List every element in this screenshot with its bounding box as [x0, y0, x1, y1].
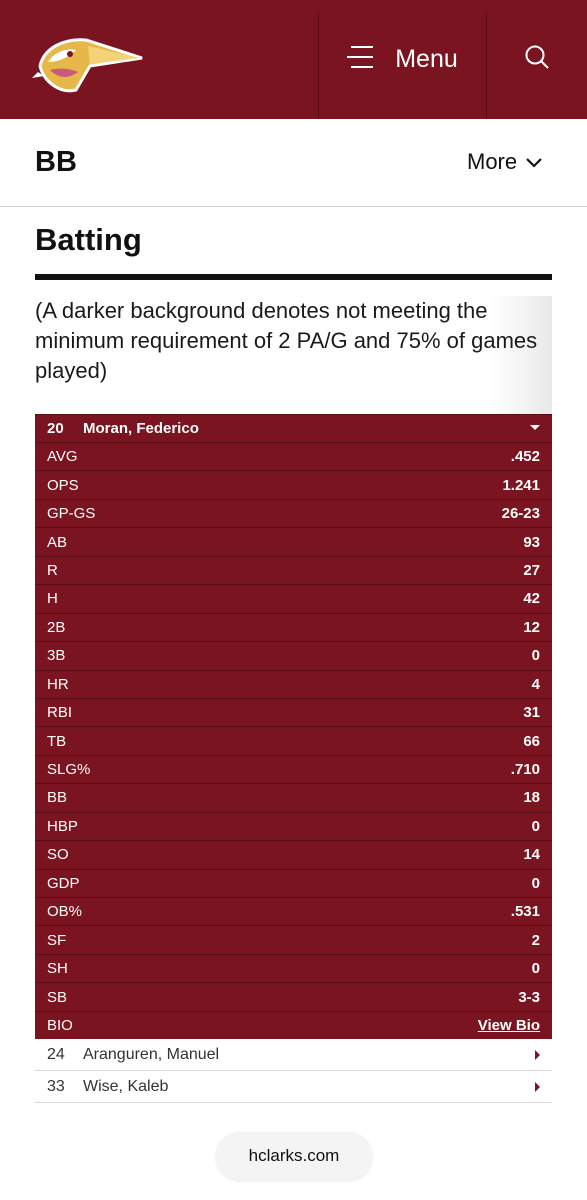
stat-value: 0 — [531, 817, 540, 835]
stat-row: SF 2 — [35, 925, 552, 954]
more-label: More — [467, 149, 518, 174]
stat-row: RBI 31 — [35, 697, 552, 727]
stat-value: 66 — [523, 732, 540, 750]
stat-label: GP-GS — [47, 505, 96, 523]
stat-row: AVG .452 — [35, 442, 552, 471]
player-name: Moran, Federico — [83, 420, 199, 437]
more-dropdown-button[interactable]: More — [467, 149, 543, 175]
stat-value: .710 — [510, 761, 540, 779]
batting-stats-table: 20 Moran, Federico AVG .452 OPS 1.241 GP-GS 2… — [35, 414, 552, 1111]
stat-value: 0 — [531, 960, 540, 978]
url-text: hclarks.com — [248, 1146, 340, 1165]
stat-value: 14 — [523, 846, 540, 864]
stat-value: 93 — [523, 533, 540, 551]
stat-value: 0 — [531, 874, 540, 892]
chevron-down-icon — [525, 149, 543, 175]
stat-label: HR — [47, 675, 69, 693]
stat-row: R 27 — [35, 555, 552, 585]
list-item-partial — [35, 1103, 552, 1111]
view-bio-link[interactable]: View Bio — [478, 1017, 540, 1034]
caret-right-icon — [535, 1082, 540, 1093]
section-divider — [35, 274, 552, 280]
hamburger-icon — [347, 44, 375, 75]
qualification-note: (A darker background denotes not meeting… — [35, 296, 552, 414]
player-number: 20 — [47, 420, 64, 437]
stat-row: SB 3-3 — [35, 982, 552, 1011]
stat-label: H — [47, 590, 58, 608]
sport-subnav: BB More — [0, 119, 587, 207]
player-row[interactable]: 24 Aranguren, Manuel — [35, 1039, 552, 1072]
player-name: Wise, Kaleb — [83, 1077, 169, 1095]
stat-row: GDP 0 — [35, 868, 552, 897]
site-header: Menu — [0, 0, 587, 119]
stat-label: BIO — [47, 1016, 73, 1034]
stat-value: 26-23 — [501, 505, 540, 523]
stat-row: OB% .531 — [35, 897, 552, 926]
stat-row: SLG% .710 — [35, 754, 552, 784]
stat-label: SO — [47, 846, 69, 864]
search-icon — [524, 44, 550, 75]
stat-label: RBI — [47, 704, 73, 722]
stat-label: AVG — [47, 448, 78, 466]
stat-row: AB 93 — [35, 527, 552, 556]
player-number: 24 — [47, 1045, 65, 1063]
stat-value: .452 — [510, 448, 540, 466]
stat-label: SH — [47, 960, 68, 978]
stat-value: 0 — [531, 647, 540, 665]
caret-down-icon — [530, 425, 540, 430]
stat-row-bio: BIO View Bio — [35, 1010, 552, 1040]
sport-title: BB — [35, 146, 77, 178]
stat-label: R — [47, 561, 58, 579]
menu-label: Menu — [395, 45, 458, 73]
stat-label: HBP — [47, 817, 78, 835]
stat-label: OPS — [47, 476, 79, 494]
stat-value: 1.241 — [502, 476, 540, 494]
stat-row: H 42 — [35, 584, 552, 613]
stat-row: HBP 0 — [35, 811, 552, 841]
section-title: Batting — [35, 222, 142, 257]
expanded-player-header[interactable]: 20 Moran, Federico — [35, 414, 552, 442]
search-button[interactable] — [487, 0, 587, 119]
browser-url-bar[interactable]: hclarks.com — [216, 1132, 372, 1180]
player-row[interactable]: 33 Wise, Kaleb — [35, 1071, 552, 1104]
stat-label: OB% — [47, 903, 83, 921]
stat-label: TB — [47, 732, 67, 750]
stat-label: SLG% — [47, 761, 91, 779]
stat-value: 18 — [523, 789, 540, 807]
stat-row: SH 0 — [35, 953, 552, 983]
stat-row: OPS 1.241 — [35, 470, 552, 499]
stat-label: SB — [47, 988, 68, 1006]
stat-label: AB — [47, 533, 68, 551]
stat-value: 3-3 — [518, 988, 540, 1006]
stat-label: 2B — [47, 618, 66, 636]
stat-value: 12 — [523, 618, 540, 636]
note-text: (A darker background denotes not meeting… — [35, 298, 538, 383]
stat-label: 3B — [47, 647, 66, 665]
stat-row: SO 14 — [35, 840, 552, 869]
stat-row: BB 18 — [35, 783, 552, 812]
stat-row: HR 4 — [35, 669, 552, 698]
caret-right-icon — [535, 1050, 540, 1061]
player-name: Aranguren, Manuel — [83, 1045, 220, 1063]
stat-label: SF — [47, 931, 67, 949]
stat-value: 2 — [531, 931, 540, 949]
stat-row: 2B 12 — [35, 612, 552, 642]
menu-button[interactable]: Menu — [319, 0, 486, 119]
player-number: 33 — [47, 1077, 65, 1095]
stat-value: .531 — [510, 903, 540, 921]
team-logo[interactable] — [30, 28, 145, 103]
stat-label: BB — [47, 789, 68, 807]
stat-value: 31 — [523, 704, 540, 722]
stat-label: GDP — [47, 874, 80, 892]
stat-row: GP-GS 26-23 — [35, 498, 552, 528]
stat-row: 3B 0 — [35, 641, 552, 670]
stat-row: TB 66 — [35, 726, 552, 755]
stat-value: 4 — [531, 675, 540, 693]
stat-value: 27 — [523, 561, 540, 579]
stat-value: 42 — [523, 590, 540, 608]
